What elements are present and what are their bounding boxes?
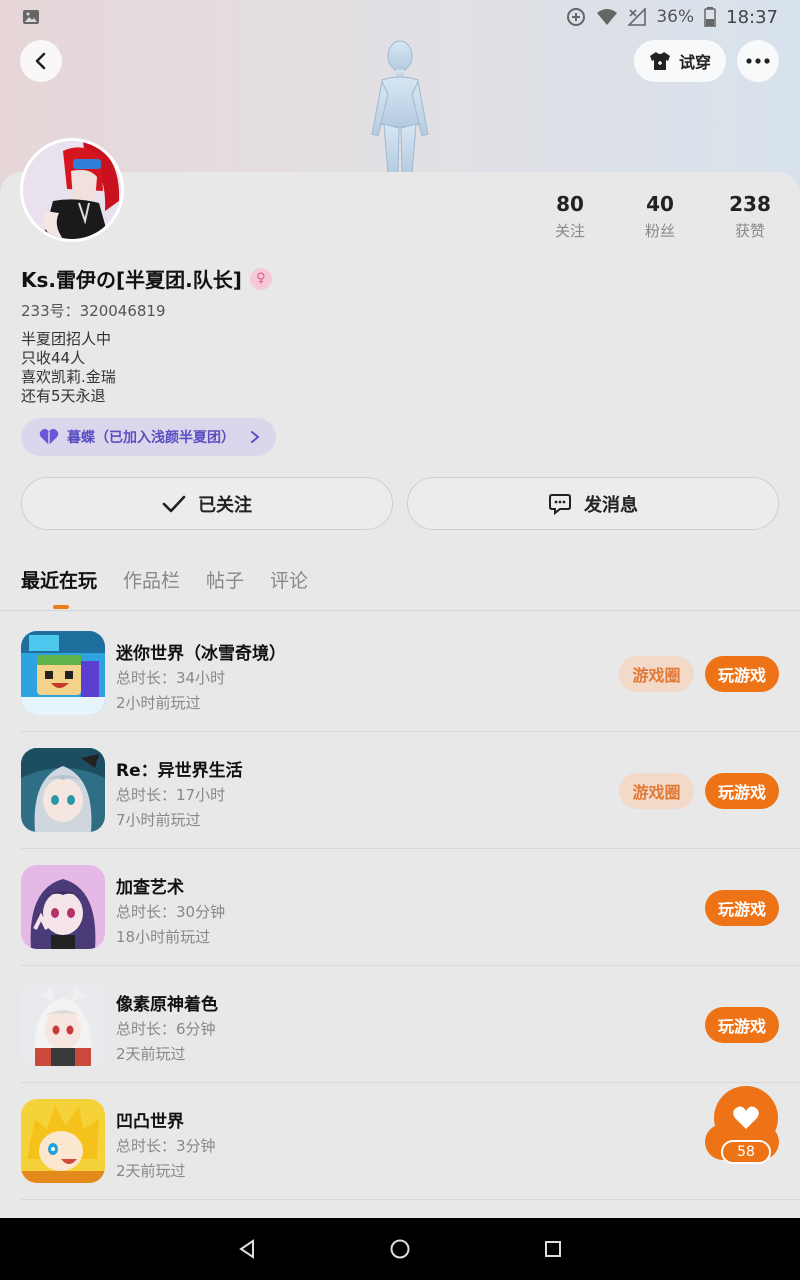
avatar[interactable] — [20, 138, 124, 242]
follow-button[interactable]: 已关注 — [21, 477, 393, 530]
game-duration: 总时长：6分钟 — [116, 1020, 216, 1038]
list-item[interactable]: 迷你世界（冰雪奇境） 总时长：34小时 2小时前玩过 游戏圈 玩游戏 — [21, 615, 800, 732]
aotu-world-icon — [21, 1099, 105, 1183]
back-button[interactable] — [20, 40, 62, 82]
game-icon — [21, 982, 105, 1066]
play-game-button[interactable]: 玩游戏 — [705, 890, 779, 926]
stat-following-value: 80 — [556, 192, 584, 216]
game-duration: 总时长：34小时 — [116, 669, 226, 687]
game-circle-button[interactable]: 游戏圈 — [619, 656, 694, 692]
stat-fans-value: 40 — [646, 192, 674, 216]
image-notification-icon — [23, 10, 39, 24]
stat-fans[interactable]: 40 粉丝 — [625, 192, 695, 241]
game-icon — [21, 865, 105, 949]
more-options-button[interactable] — [737, 40, 779, 82]
game-last-played: 2小时前玩过 — [116, 694, 201, 712]
game-name: 加查艺术 — [116, 878, 184, 898]
game-name: Re：异世界生活 — [116, 761, 243, 781]
shirt-icon — [649, 52, 670, 70]
bio-line: 喜欢凯莉.金瑞 — [21, 368, 116, 386]
message-button[interactable]: 发消息 — [407, 477, 779, 530]
game-icon — [21, 631, 105, 715]
profile-bio: 半夏团招人中 只收44人 喜欢凯莉.金瑞 还有5天永退 — [21, 330, 116, 406]
game-name: 凹凸世界 — [116, 1112, 184, 1132]
list-item[interactable]: Re：异世界生活 总时长：17小时 7小时前玩过 游戏圈 玩游戏 — [21, 732, 800, 849]
game-name: 迷你世界（冰雪奇境） — [116, 644, 286, 664]
bio-line: 半夏团招人中 — [21, 330, 112, 348]
re-zero-icon — [21, 748, 105, 832]
stat-following-label: 关注 — [554, 222, 585, 240]
chevron-right-icon — [251, 431, 260, 443]
avatar-image — [23, 141, 121, 239]
stat-likes-label: 获赞 — [734, 222, 765, 240]
game-icon — [21, 1099, 105, 1183]
recents-square-icon[interactable] — [542, 1238, 564, 1260]
status-time: 18:37 — [726, 6, 778, 28]
system-navigation-bar — [0, 1218, 800, 1280]
game-last-played: 7小时前玩过 — [116, 811, 201, 829]
tabs-divider — [0, 610, 800, 611]
list-item[interactable]: 像素原神着色 总时长：6分钟 2天前玩过 玩游戏 — [21, 966, 800, 1083]
like-count-badge: 58 — [721, 1140, 771, 1164]
follow-label: 已关注 — [198, 494, 252, 516]
female-gender-icon: ♀ — [249, 267, 272, 290]
chat-bubble-icon — [549, 493, 571, 515]
check-icon — [162, 495, 186, 512]
gacha-art-icon — [21, 865, 105, 949]
play-game-button[interactable]: 玩游戏 — [705, 773, 779, 809]
stat-fans-label: 粉丝 — [644, 222, 675, 240]
recent-games-list: 迷你世界（冰雪奇境） 总时长：34小时 2小时前玩过 游戏圈 玩游戏 Re：异世… — [0, 615, 800, 1200]
pixel-genshin-icon — [21, 982, 105, 1066]
play-game-button[interactable]: 玩游戏 — [705, 656, 779, 692]
tab-posts[interactable]: 帖子 — [206, 566, 244, 593]
game-duration: 总时长：30分钟 — [116, 903, 226, 921]
list-item[interactable]: 凹凸世界 总时长：3分钟 2天前玩过 — [21, 1083, 800, 1200]
game-last-played: 18小时前玩过 — [116, 928, 211, 946]
back-triangle-icon[interactable] — [236, 1238, 258, 1260]
bio-line: 只收44人 — [21, 349, 86, 367]
guild-badge-button[interactable]: 暮蝶（已加入浅颜半夏团） — [21, 418, 276, 456]
game-last-played: 2天前玩过 — [116, 1162, 186, 1180]
active-tab-indicator — [53, 605, 69, 609]
profile-name-row: Ks.雷伊の[半夏团.队长] ♀ — [21, 264, 272, 293]
guild-label: 暮蝶（已加入浅颜半夏团） — [67, 430, 235, 446]
home-circle-icon[interactable] — [389, 1238, 411, 1260]
heart-icon — [39, 428, 59, 445]
list-item[interactable]: 加查艺术 总时长：30分钟 18小时前玩过 玩游戏 — [21, 849, 800, 966]
try-on-label: 试穿 — [678, 53, 711, 72]
game-duration: 总时长：17小时 — [116, 786, 226, 804]
tab-works[interactable]: 作品栏 — [123, 566, 180, 593]
tab-comments[interactable]: 评论 — [270, 566, 308, 593]
cellular-off-icon — [628, 8, 647, 26]
user-id: 233号：320046819 — [21, 302, 166, 320]
game-name: 像素原神着色 — [116, 995, 218, 1015]
game-last-played: 2天前玩过 — [116, 1045, 186, 1063]
game-icon — [21, 748, 105, 832]
data-saver-icon — [567, 8, 586, 26]
battery-percent: 36% — [656, 7, 695, 27]
bio-line: 还有5天永退 — [21, 387, 106, 405]
mini-world-icon — [21, 631, 105, 715]
battery-icon — [704, 7, 716, 27]
wifi-icon — [597, 9, 618, 25]
more-dots-icon — [746, 58, 770, 64]
stat-following[interactable]: 80 关注 — [535, 192, 605, 241]
stat-likes-value: 238 — [729, 192, 771, 216]
message-label: 发消息 — [584, 494, 638, 516]
chevron-left-icon — [35, 52, 46, 70]
profile-name: Ks.雷伊の[半夏团.队长] — [21, 268, 242, 292]
stat-likes[interactable]: 238 获赞 — [715, 192, 785, 241]
profile-tabs: 最近在玩 作品栏 帖子 评论 — [21, 566, 308, 593]
play-game-button[interactable]: 玩游戏 — [705, 1007, 779, 1043]
avatar-3d-figure — [371, 40, 429, 174]
tab-recently-played[interactable]: 最近在玩 — [21, 566, 97, 593]
heart-icon — [733, 1106, 759, 1129]
try-on-button[interactable]: 试穿 — [634, 40, 726, 82]
game-duration: 总时长：3分钟 — [116, 1137, 216, 1155]
game-circle-button[interactable]: 游戏圈 — [619, 773, 694, 809]
status-bar: 36% 18:37 — [0, 0, 800, 34]
